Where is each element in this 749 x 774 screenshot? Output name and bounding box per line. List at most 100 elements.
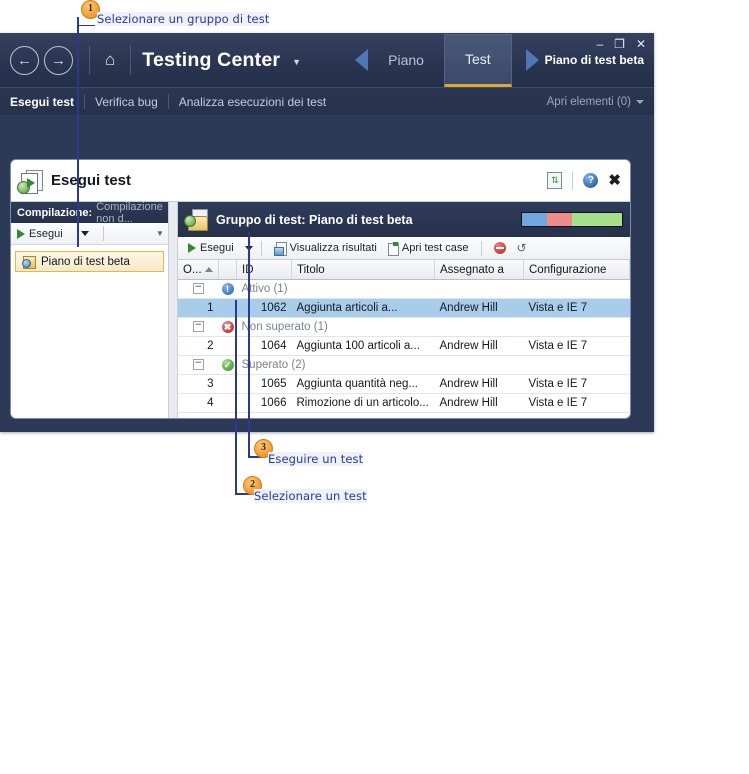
- maximize-button[interactable]: ❐: [614, 38, 625, 50]
- play-icon: [17, 228, 25, 239]
- collapse-icon[interactable]: −: [192, 321, 204, 333]
- menu-bar: Esegui test Verifica bug Analizza esecuz…: [0, 87, 654, 115]
- table-group-row[interactable]: − ✖ Non superato (1): [178, 317, 630, 337]
- divider: [130, 45, 132, 75]
- callout-text-2: Selezionare un test: [254, 489, 367, 503]
- refresh-icon[interactable]: ⇅: [547, 172, 563, 189]
- test-suite-icon: [184, 208, 210, 232]
- table-row[interactable]: 2 1064 Aggiunta 100 articoli a... Andrew…: [178, 336, 630, 356]
- cell-order: 2: [178, 336, 219, 356]
- chevron-down-icon[interactable]: ▼: [280, 53, 301, 67]
- build-toolbar: Esegui ▼: [11, 223, 168, 245]
- callout-text-1: Selezionare un gruppo di test: [97, 12, 270, 26]
- open-test-case-button[interactable]: Apri test case: [384, 241, 473, 256]
- group-status-label-cell: Superato (2): [236, 355, 630, 375]
- view-results-label: Visualizza risultati: [289, 242, 377, 254]
- close-button[interactable]: ✕: [636, 38, 646, 50]
- home-icon[interactable]: ⌂: [97, 50, 123, 70]
- test-results-table: O... ID Titolo Assegnato a Configurazion…: [178, 260, 630, 413]
- breadcrumb-next-arrow-icon[interactable]: [525, 49, 539, 71]
- menu-item-verifica-bug[interactable]: Verifica bug: [85, 95, 168, 109]
- table-row[interactable]: 3 1065 Aggiunta quantità neg... Andrew H…: [178, 374, 630, 394]
- cell-id: 1066: [236, 393, 292, 413]
- column-header-assegnato[interactable]: Assegnato a: [434, 260, 524, 280]
- divider: [102, 226, 104, 241]
- build-pane: Compilazione: Compilazione non d... Eseg…: [11, 201, 169, 418]
- table-header-row: O... ID Titolo Assegnato a Configurazion…: [178, 260, 630, 280]
- cell-assegnato: Andrew Hill: [434, 393, 524, 413]
- progress-segment-passed: [572, 213, 622, 226]
- divider: [572, 171, 574, 190]
- column-label: O...: [183, 263, 202, 276]
- divider: [89, 45, 90, 75]
- test-progress-bar: [521, 212, 623, 227]
- cell-configurazione: Vista e IE 7: [523, 393, 630, 413]
- cell-order: 4: [178, 393, 219, 413]
- close-icon[interactable]: ✖: [608, 173, 621, 188]
- list-item-test-plan[interactable]: Piano di test beta: [15, 251, 164, 272]
- breadcrumb-item-piano[interactable]: Piano: [368, 52, 444, 68]
- chevron-down-icon[interactable]: [80, 231, 89, 236]
- menu-item-esegui-test[interactable]: Esegui test: [10, 95, 84, 109]
- table-group-row[interactable]: − ! Attivo (1): [178, 279, 630, 299]
- cell-status-icon: [218, 374, 237, 394]
- cell-assegnato: Andrew Hill: [434, 298, 524, 318]
- panel-title: Esegui test: [51, 172, 132, 189]
- group-status-label-cell: Non superato (1): [236, 317, 630, 337]
- collapse-icon[interactable]: −: [192, 283, 204, 295]
- build-header: Compilazione: Compilazione non d...: [11, 201, 168, 225]
- run-button[interactable]: Esegui: [184, 242, 238, 254]
- column-header-configurazione[interactable]: Configurazione: [523, 260, 630, 280]
- cell-titolo: Aggiunta quantità neg...: [291, 374, 435, 394]
- window-controls: – ❐ ✕: [596, 38, 646, 50]
- callout-text-3: Eseguire un test: [268, 452, 364, 466]
- pane-splitter[interactable]: [168, 202, 178, 418]
- view-results-button[interactable]: Visualizza risultati: [270, 241, 381, 256]
- divider: [260, 240, 262, 256]
- group-expander-cell[interactable]: −: [178, 317, 219, 337]
- callout-leader-1-stem: [77, 17, 79, 247]
- group-header: Gruppo di test: Piano di test beta: [178, 202, 630, 237]
- breadcrumb-current: Piano di test beta: [544, 53, 644, 67]
- cell-assegnato: Andrew Hill: [434, 374, 524, 394]
- panel-header-actions: ⇅ ? ✖: [547, 171, 621, 190]
- open-items-dropdown[interactable]: Apri elementi (0): [547, 96, 644, 108]
- open-test-case-icon: [387, 241, 399, 256]
- group-expander-cell[interactable]: −: [178, 279, 219, 299]
- column-header-order[interactable]: O...: [178, 260, 219, 280]
- group-count: (2): [291, 359, 306, 371]
- sort-ascending-icon: [204, 266, 213, 272]
- forward-arrow-icon[interactable]: →: [44, 45, 73, 75]
- back-arrow-icon[interactable]: ←: [10, 45, 39, 75]
- block-icon: [493, 242, 506, 254]
- block-button[interactable]: [490, 242, 510, 254]
- column-header-titolo[interactable]: Titolo: [291, 260, 435, 280]
- collapse-icon[interactable]: −: [192, 359, 204, 371]
- navigation-arrows: ← →: [0, 45, 82, 75]
- progress-segment-active: [522, 213, 547, 226]
- group-title: Gruppo di test: Piano di test beta: [216, 212, 413, 227]
- overflow-chevron-icon[interactable]: ▼: [156, 229, 168, 238]
- test-toolbar: Esegui Visualizza risultati Apri test ca…: [178, 237, 630, 260]
- list-item-label: Piano di test beta: [41, 255, 130, 268]
- help-icon[interactable]: ?: [583, 173, 599, 188]
- table-row[interactable]: 4 1066 Rimozione di un articolo... Andre…: [178, 393, 630, 413]
- run-button-left[interactable]: Esegui: [11, 228, 69, 240]
- cell-titolo: Aggiunta 100 articoli a...: [291, 336, 435, 356]
- minimize-button[interactable]: –: [596, 38, 603, 50]
- page-title: Testing Center: [142, 48, 281, 71]
- cell-order: 3: [178, 374, 219, 394]
- breadcrumb-item-test[interactable]: Test: [443, 33, 512, 87]
- table-group-row[interactable]: − ✓ Superato (2): [178, 355, 630, 375]
- callout-leader-2-stem: [235, 300, 237, 494]
- column-header-id[interactable]: ID: [236, 260, 292, 280]
- table-row[interactable]: 1 1062 Aggiunta articoli a... Andrew Hil…: [178, 298, 630, 318]
- column-header-status[interactable]: [218, 260, 237, 280]
- breadcrumb-prev-arrow-icon[interactable]: [355, 49, 369, 71]
- menu-item-analizza-esecuzioni[interactable]: Analizza esecuzioni dei test: [169, 95, 336, 109]
- progress-segment-failed: [547, 213, 572, 226]
- group-expander-cell[interactable]: −: [178, 355, 219, 375]
- reset-button[interactable]: ↺: [513, 241, 531, 255]
- play-icon: [188, 243, 196, 253]
- group-status-label-cell: Attivo (1): [236, 279, 630, 299]
